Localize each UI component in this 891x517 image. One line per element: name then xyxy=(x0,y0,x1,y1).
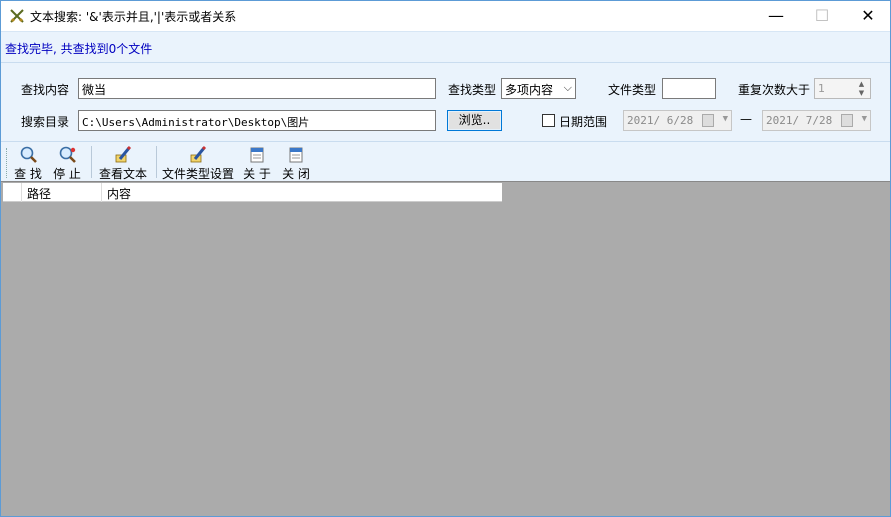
close-button[interactable]: 关 闭 xyxy=(278,142,314,182)
view-text-button-label: 查看文本 xyxy=(98,167,147,181)
pencil-icon xyxy=(115,145,132,163)
spin-up-icon[interactable]: ▲ xyxy=(854,80,869,89)
view-text-button[interactable]: 查看文本 xyxy=(95,142,151,182)
close-window-button[interactable]: ✕ xyxy=(845,0,891,31)
magnifier-icon xyxy=(20,146,37,163)
date-separator: — xyxy=(740,112,752,126)
minimize-button[interactable]: — xyxy=(753,0,799,31)
chevron-down-icon: ⌵ xyxy=(563,81,572,94)
toolbar-separator xyxy=(91,146,92,178)
find-type-value: 多项内容 xyxy=(505,83,554,97)
status-strip: 查找完毕, 共查找到0个文件 xyxy=(1,31,890,63)
toolbar-grip xyxy=(6,148,9,178)
results-grid-header: 路径 内容 xyxy=(3,183,502,202)
column-header-content[interactable]: 内容 xyxy=(102,183,502,202)
find-content-label: 查找内容 xyxy=(21,83,70,97)
document-icon xyxy=(250,147,264,163)
about-button[interactable]: 关 于 xyxy=(239,142,275,182)
date-from-value: 2021/ 6/28 xyxy=(627,114,694,127)
pencil-icon xyxy=(190,145,207,163)
find-type-label: 查找类型 xyxy=(448,83,497,97)
close-button-label: 关 闭 xyxy=(282,167,310,181)
chevron-down-icon: ▼ xyxy=(722,114,728,124)
find-content-input[interactable]: 微当 xyxy=(78,78,436,99)
status-text: 查找完毕, 共查找到0个文件 xyxy=(5,42,153,56)
calendar-icon xyxy=(702,114,714,127)
column-header-path[interactable]: 路径 xyxy=(22,183,102,202)
find-button[interactable]: 查 找 xyxy=(11,142,45,182)
find-type-select[interactable]: 多项内容 ⌵ xyxy=(501,78,576,99)
results-grid[interactable] xyxy=(1,181,890,516)
document-icon xyxy=(289,147,303,163)
date-to-value: 2021/ 7/28 xyxy=(766,114,833,127)
calendar-icon xyxy=(841,114,853,127)
file-type-settings-button[interactable]: 文件类型设置 xyxy=(160,142,236,182)
magnifier-stop-icon xyxy=(59,146,76,163)
title-bar: 文本搜索: '&'表示并且,'|'表示或者关系 — ☐ ✕ xyxy=(0,0,891,31)
date-from-picker[interactable]: 2021/ 6/28 ▼ xyxy=(623,110,732,131)
maximize-button[interactable]: ☐ xyxy=(799,0,845,31)
date-range-checkbox[interactable] xyxy=(542,114,555,127)
repeat-count-label: 重复次数大于 xyxy=(738,83,811,97)
about-button-label: 关 于 xyxy=(243,167,271,181)
stop-button-label: 停 止 xyxy=(53,167,81,181)
toolbar: 查 找 停 止 查看文本 文件类型设置 关 于 关 闭 xyxy=(1,141,890,181)
file-type-settings-button-label: 文件类型设置 xyxy=(161,167,234,181)
date-range-label: 日期范围 xyxy=(559,115,608,129)
crossed-swords-icon xyxy=(8,7,26,25)
stop-button[interactable]: 停 止 xyxy=(49,142,85,182)
row-indicator-header xyxy=(3,183,22,202)
file-type-input[interactable] xyxy=(662,78,716,99)
browse-button[interactable]: 浏览.. xyxy=(447,110,502,131)
search-dir-label: 搜索目录 xyxy=(21,115,70,129)
repeat-count-value: 1 xyxy=(818,82,825,95)
toolbar-separator xyxy=(156,146,157,178)
repeat-count-spinner[interactable]: 1 ▲ ▼ xyxy=(814,78,871,99)
find-button-label: 查 找 xyxy=(14,167,42,181)
date-to-picker[interactable]: 2021/ 7/28 ▼ xyxy=(762,110,871,131)
file-type-label: 文件类型 xyxy=(608,83,657,97)
chevron-down-icon: ▼ xyxy=(861,114,867,124)
window-title: 文本搜索: '&'表示并且,'|'表示或者关系 xyxy=(30,10,237,24)
spin-down-icon[interactable]: ▼ xyxy=(854,89,869,98)
search-dir-input[interactable]: C:\Users\Administrator\Desktop\图片 xyxy=(78,110,436,131)
